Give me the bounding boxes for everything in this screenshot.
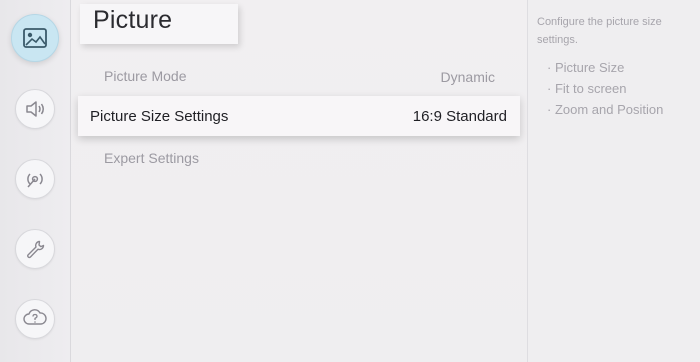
picture-size-settings-label: Picture Size Settings <box>90 108 229 125</box>
settings-sidebar <box>0 0 71 362</box>
picture-size-settings-value: 16:9 Standard <box>412 108 507 125</box>
sound-icon <box>24 99 46 119</box>
sidebar-item-sound[interactable] <box>15 89 55 129</box>
general-icon <box>24 238 46 260</box>
sidebar-item-broadcasting[interactable] <box>15 159 55 199</box>
settings-list-panel <box>71 0 527 362</box>
support-icon <box>23 308 47 330</box>
help-panel <box>528 0 700 362</box>
menu-item-picture-mode[interactable]: Picture Mode <box>104 68 186 84</box>
help-option-zoom-and-position: · Zoom and Position <box>547 102 664 117</box>
sidebar-item-picture[interactable] <box>11 14 59 62</box>
sidebar-item-support[interactable] <box>15 299 55 339</box>
menu-item-picture-size-settings[interactable]: Picture Size Settings 16:9 Standard <box>78 96 520 136</box>
sidebar-item-general[interactable] <box>15 229 55 269</box>
broadcasting-icon <box>24 168 46 190</box>
help-description: Configure the picture size settings. <box>537 16 662 46</box>
menu-item-expert-settings[interactable]: Expert Settings <box>104 150 199 166</box>
help-option-picture-size: · Picture Size <box>547 60 625 75</box>
picture-icon <box>22 27 48 49</box>
help-option-fit-to-screen: · Fit to screen <box>547 81 627 96</box>
picture-mode-value: Dynamic <box>440 69 495 85</box>
page-title: Picture <box>93 6 173 34</box>
